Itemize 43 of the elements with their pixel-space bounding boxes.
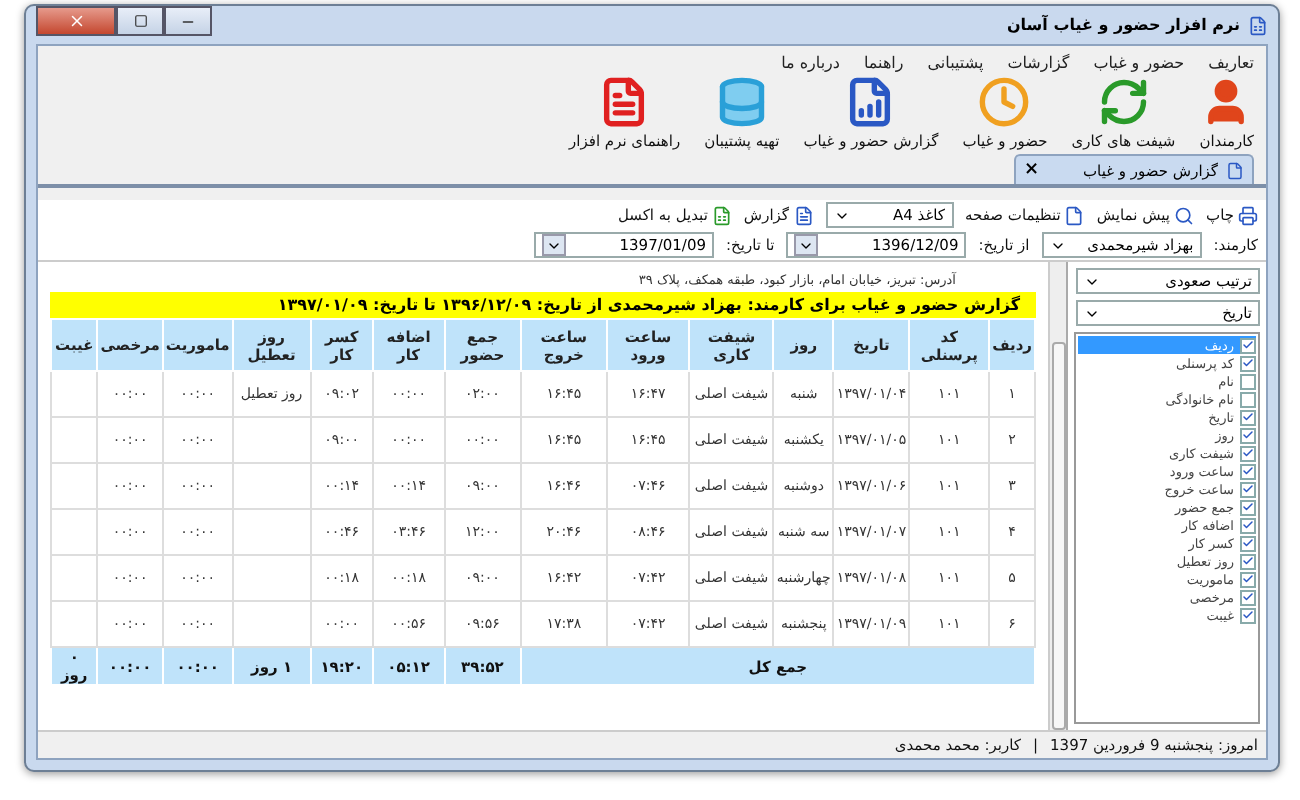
menu-item[interactable]: درباره ما [781, 54, 840, 72]
scrollbar[interactable] [1048, 262, 1066, 730]
close-button[interactable] [36, 6, 116, 36]
app-icon [1248, 15, 1268, 35]
checkbox[interactable] [1240, 337, 1256, 353]
page-icon [1064, 205, 1085, 225]
dropdown-icon [542, 234, 566, 256]
checkbox[interactable] [1240, 481, 1256, 497]
search-icon [1174, 205, 1195, 225]
checkbox[interactable] [1240, 463, 1256, 479]
checkbox[interactable] [1240, 607, 1256, 623]
menu-item[interactable]: حضور و غیاب [1093, 54, 1185, 72]
checkbox[interactable] [1240, 391, 1256, 407]
close-icon [67, 12, 85, 30]
spreadsheet-icon [711, 205, 732, 225]
dropdown-icon [794, 234, 819, 256]
checkbox[interactable] [1240, 445, 1256, 461]
printer-icon [1238, 205, 1258, 225]
tab-close-icon[interactable]: × [1024, 160, 1040, 180]
menu-item[interactable]: پشتیبانی [927, 54, 984, 72]
checkbox[interactable] [1240, 517, 1256, 533]
minimize-button[interactable] [164, 6, 212, 36]
refresh-icon [1097, 76, 1150, 128]
maximize-button[interactable] [116, 6, 164, 36]
window-title: نرم افزار حضور و غیاب آسان [1006, 16, 1240, 34]
checkbox[interactable] [1240, 589, 1256, 605]
checkbox[interactable] [1240, 499, 1256, 515]
checkbox[interactable] [1240, 427, 1256, 443]
report-title: گزارش حضور و غیاب برای کارمند: بهزاد شیرمحمدی از تاریخ: ۱۳۹۶/۱۲/۰۹ تا تاریخ: ۱۳۹۷/۰۱/۰۹ [50, 292, 1036, 318]
document-icon [1226, 161, 1244, 179]
checkbox[interactable] [1240, 409, 1256, 425]
menu-item[interactable]: گزارشات [1007, 54, 1070, 72]
checkbox[interactable] [1240, 535, 1256, 551]
menu-item[interactable]: راهنما [863, 54, 904, 72]
menu-item[interactable]: تعاریف [1208, 54, 1254, 72]
database-icon [715, 76, 768, 128]
checkbox[interactable] [1240, 571, 1256, 587]
checkbox[interactable] [1240, 553, 1256, 569]
clock-icon [978, 76, 1031, 128]
checkbox[interactable] [1240, 373, 1256, 389]
maximize-icon [133, 14, 147, 28]
checkbox[interactable] [1240, 355, 1256, 371]
document-icon [793, 205, 813, 225]
